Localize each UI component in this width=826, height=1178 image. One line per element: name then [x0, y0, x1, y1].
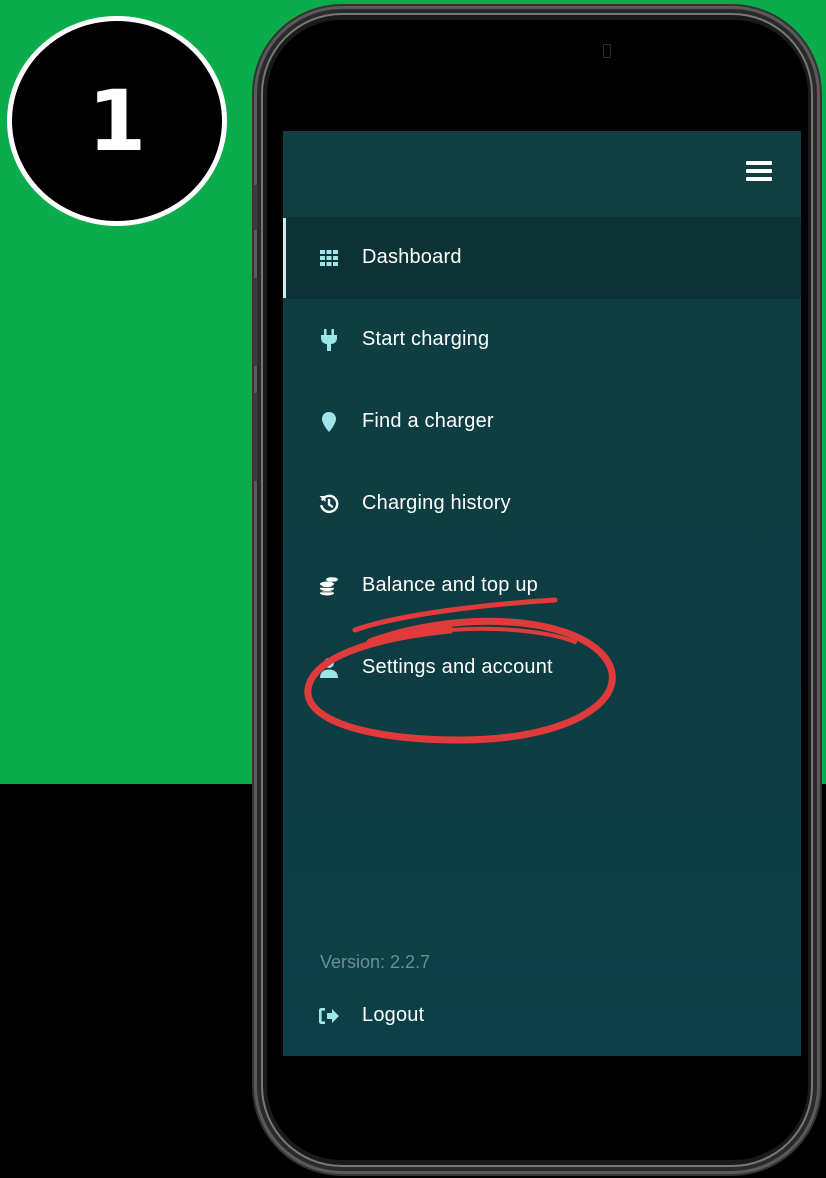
map-pin-icon — [318, 411, 340, 433]
phone-mute-switch — [253, 185, 258, 230]
step-number: 1 — [87, 72, 147, 170]
logout-item[interactable] — [283, 975, 801, 1057]
menu-label-balance-top-up: Balance and top up — [362, 574, 538, 596]
front-camera — [603, 44, 611, 58]
active-indicator — [283, 218, 286, 298]
menu-label-find-charger: Find a charger — [362, 410, 494, 432]
grid-icon — [318, 247, 340, 269]
hamburger-menu-icon[interactable] — [746, 160, 772, 182]
menu-label-charging-history: Charging history — [362, 492, 511, 514]
menu-item-balance-top-up[interactable] — [283, 545, 801, 627]
menu-label-settings-account: Settings and account — [362, 656, 553, 678]
menu-label-start-charging: Start charging — [362, 328, 490, 350]
plug-icon — [318, 329, 340, 351]
phone-volume-down-button — [253, 393, 258, 481]
logout-label: Logout — [362, 1004, 425, 1026]
menu-item-charging-history[interactable] — [283, 463, 801, 545]
menu-label-dashboard: Dashboard — [362, 246, 462, 268]
menu-item-dashboard[interactable] — [283, 217, 801, 299]
history-icon — [318, 493, 340, 515]
menu-item-start-charging[interactable] — [283, 299, 801, 381]
step-badge: 1 — [7, 16, 227, 226]
user-icon — [318, 657, 340, 679]
version-label: Version: 2.2.7 — [320, 952, 431, 972]
coins-icon — [318, 575, 340, 597]
menu-item-find-charger[interactable] — [283, 381, 801, 463]
logout-icon — [318, 1005, 340, 1027]
phone-volume-up-button — [253, 278, 258, 366]
